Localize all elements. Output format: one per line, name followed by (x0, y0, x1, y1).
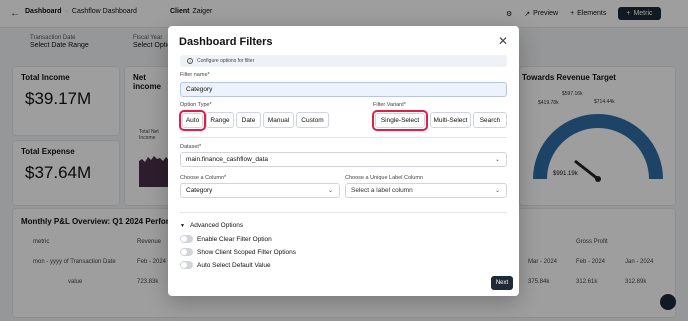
advanced-options-label: Advanced Options (189, 222, 244, 229)
variant-label: Multi-Select (433, 116, 468, 124)
unique-label-column-select[interactable]: Select a label column ⌄ (345, 183, 507, 198)
filter-variant-label: Filter Variant* (373, 102, 406, 108)
option-label: Date (241, 116, 256, 124)
option-label: Custom (301, 116, 324, 124)
divider (180, 137, 507, 138)
variant-label: Single-Select (380, 117, 420, 124)
variant-single-select[interactable]: Single-Select (375, 113, 425, 128)
divider (180, 212, 507, 213)
dataset-label: Dataset* (180, 144, 202, 150)
unique-label-placeholder: Select a label column (351, 187, 413, 194)
next-label: Next (495, 280, 509, 286)
filter-name-label: Filter name* (180, 72, 210, 78)
caret-down-icon: ▼ (180, 222, 185, 229)
toggle-switch[interactable] (180, 261, 193, 269)
toggle-label: Show Client Scoped Filter Options (197, 248, 296, 256)
dashboard-filters-modal: Dashboard Filters ✕ i Configure options … (168, 26, 519, 296)
option-label: Manual (267, 116, 290, 124)
option-type-manual[interactable]: Manual (263, 112, 294, 128)
filter-name-value: Category (186, 86, 213, 93)
filter-name-input[interactable]: Category (180, 82, 507, 97)
column-label: Choose a Column* (180, 175, 227, 181)
chevron-down-icon: ⌄ (327, 188, 333, 194)
column-select[interactable]: Category ⌄ (180, 183, 340, 198)
toggle-label: Auto Select Default Value (197, 261, 271, 269)
info-banner: i Configure options for filter (180, 55, 507, 67)
variant-label: Search (479, 116, 501, 124)
toggle-switch[interactable] (180, 235, 193, 243)
info-icon: i (187, 58, 193, 64)
option-type-custom[interactable]: Custom (296, 112, 329, 128)
variant-search[interactable]: Search (473, 112, 507, 128)
toggle-row-client-scoped[interactable]: Show Client Scoped Filter Options (180, 248, 296, 256)
chevron-down-icon: ⌄ (494, 188, 500, 194)
info-text: Configure options for filter (197, 58, 255, 64)
option-label: Auto (185, 117, 200, 124)
advanced-options-toggle[interactable]: ▼ Advanced Options (180, 222, 243, 229)
unique-label-column-label: Choose a Unique Label Column (345, 175, 423, 181)
close-icon[interactable]: ✕ (498, 35, 508, 47)
dataset-value: main.finance_cashflow_data (186, 156, 269, 163)
option-type-label: Option Type* (180, 102, 212, 108)
dataset-select[interactable]: main.finance_cashflow_data ⌄ (180, 152, 507, 167)
toggle-label: Enable Clear Filter Option (197, 235, 272, 243)
variant-multi-select[interactable]: Multi-Select (430, 112, 471, 128)
option-label: Range (210, 116, 230, 124)
option-type-range[interactable]: Range (206, 112, 234, 128)
toggle-row-clear-filter[interactable]: Enable Clear Filter Option (180, 235, 272, 243)
modal-title: Dashboard Filters (179, 36, 273, 48)
option-type-date[interactable]: Date (236, 112, 261, 128)
option-type-auto[interactable]: Auto (182, 113, 203, 128)
toggle-switch[interactable] (180, 248, 193, 256)
toggle-row-auto-select[interactable]: Auto Select Default Value (180, 261, 271, 269)
next-button[interactable]: Next (491, 276, 513, 290)
chevron-down-icon: ⌄ (494, 157, 500, 163)
column-value: Category (186, 187, 213, 194)
